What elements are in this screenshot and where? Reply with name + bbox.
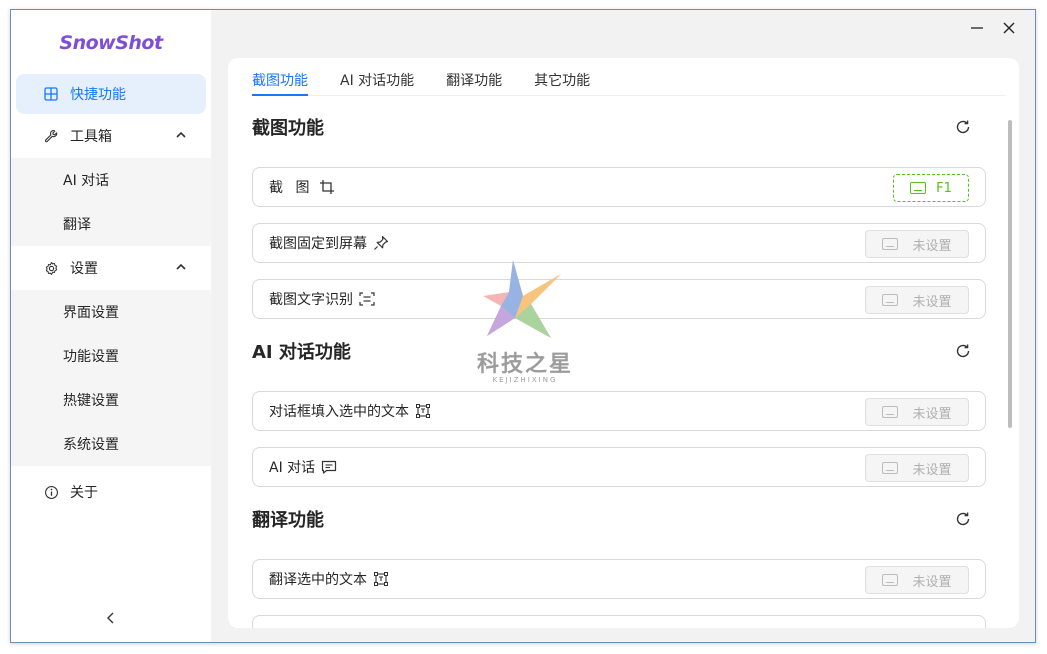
settings-submenu: 界面设置 功能设置 热键设置 系统设置 [11,290,211,466]
sidebar-item-ai-chat[interactable]: AI 对话 [11,158,211,202]
sidebar: SnowShot 快捷功能 工具箱 AI 对话 翻译 设置 界面设置 功能设置 … [11,10,211,642]
hotkey-value: 未设置 [912,462,952,478]
reset-icon[interactable] [954,342,972,360]
chevron-up-icon [174,260,188,274]
shortcut-row-fill-selected-text: 对话框填入选中的文本 未设置 [252,391,986,431]
keyboard-icon [882,574,899,586]
sidebar-item-label: 工具箱 [70,129,112,145]
pin-icon [373,235,389,251]
layout-grid-icon [42,85,60,103]
section-title-translate: 翻译功能 [252,510,324,531]
reset-icon[interactable] [954,510,972,528]
minimize-button[interactable] [963,18,991,38]
watermark-subtext: KEJIZHIXING [492,376,558,384]
hotkey-value: 未设置 [912,574,952,590]
scan-text-icon [359,291,375,307]
shortcut-label: AI 对话 [269,460,316,476]
hotkey-value: 未设置 [912,238,952,254]
hotkey-input[interactable]: 未设置 [865,286,969,314]
hotkey-value: 未设置 [912,406,952,422]
shortcut-list: 截图功能 截 图 F1 截图固定到屏幕 未设置 截图文字识别 未设置 AI 对话… [252,96,986,628]
toolbox-submenu: AI 对话 翻译 [11,158,211,246]
shortcut-row-ai-chat: AI 对话 未设置 [252,447,986,487]
keyboard-icon [882,294,899,306]
shortcut-row-translate-selected: 翻译选中的文本 未设置 [252,559,986,599]
hotkey-value: F1 [936,180,952,196]
hotkey-input[interactable]: 未设置 [865,230,969,258]
sidebar-item-settings[interactable]: 设置 [16,248,206,288]
sidebar-item-ui-settings[interactable]: 界面设置 [11,290,211,334]
shortcut-label: 对话框填入选中的文本 [269,404,409,420]
keyboard-icon [882,406,899,418]
tab-ai-chat[interactable]: AI 对话功能 [340,58,414,95]
scrollbar[interactable] [1008,120,1012,428]
reset-icon[interactable] [954,118,972,136]
shortcut-row-partial [252,615,986,628]
app-logo: SnowShot [59,32,163,54]
sidebar-item-translate[interactable]: 翻译 [11,202,211,246]
sidebar-item-label: 关于 [70,485,98,501]
watermark: 科技之星 KEJIZHIXING [465,258,585,390]
star-logo-icon [483,260,561,338]
keyboard-icon [910,182,927,194]
text-select-icon [373,571,389,587]
sidebar-item-toolbox[interactable]: 工具箱 [16,116,206,156]
gear-icon [42,259,60,277]
sidebar-item-label: 快捷功能 [70,87,126,103]
tab-screenshot[interactable]: 截图功能 [252,58,308,96]
tab-translate[interactable]: 翻译功能 [446,58,502,95]
shortcut-row-pin-screenshot: 截图固定到屏幕 未设置 [252,223,986,263]
sidebar-nav: 快捷功能 工具箱 AI 对话 翻译 设置 界面设置 功能设置 热键设置 系统设置… [11,72,211,514]
section-title-ai-chat: AI 对话功能 [252,342,351,363]
shortcut-label: 截 图 [269,180,314,196]
crop-icon [319,179,335,195]
shortcut-row-screenshot: 截 图 F1 [252,167,986,207]
sidebar-item-label: 设置 [70,261,98,277]
sidebar-item-function-settings[interactable]: 功能设置 [11,334,211,378]
tab-other[interactable]: 其它功能 [534,58,590,95]
hotkey-value: 未设置 [912,294,952,310]
hotkey-input[interactable]: F1 [893,174,969,202]
shortcut-label: 翻译选中的文本 [269,572,367,588]
shortcut-label: 截图文字识别 [269,292,353,308]
section-title-screenshot: 截图功能 [252,118,324,139]
hotkey-input[interactable]: 未设置 [865,398,969,426]
chevron-left-icon[interactable] [103,610,119,626]
watermark-text: 科技之星 [476,352,573,377]
sidebar-item-shortcuts[interactable]: 快捷功能 [16,74,206,114]
hotkey-input[interactable]: 未设置 [865,566,969,594]
sidebar-item-about[interactable]: 关于 [16,472,206,512]
text-select-icon [415,403,431,419]
wrench-icon [42,127,60,145]
shortcut-label: 截图固定到屏幕 [269,236,367,252]
info-icon [42,483,60,501]
keyboard-icon [882,238,899,250]
shortcut-row-ocr: 截图文字识别 未设置 [252,279,986,319]
hotkey-input[interactable]: 未设置 [865,454,969,482]
chevron-up-icon [174,128,188,142]
chat-icon [321,459,337,475]
sidebar-item-system-settings[interactable]: 系统设置 [11,422,211,466]
main-panel: 截图功能 AI 对话功能 翻译功能 其它功能 截图功能 截 图 F1 截图固定到… [228,58,1019,628]
keyboard-icon [882,462,899,474]
close-button[interactable] [995,18,1023,38]
tab-bar: 截图功能 AI 对话功能 翻译功能 其它功能 [252,58,1005,96]
sidebar-item-hotkey-settings[interactable]: 热键设置 [11,378,211,422]
